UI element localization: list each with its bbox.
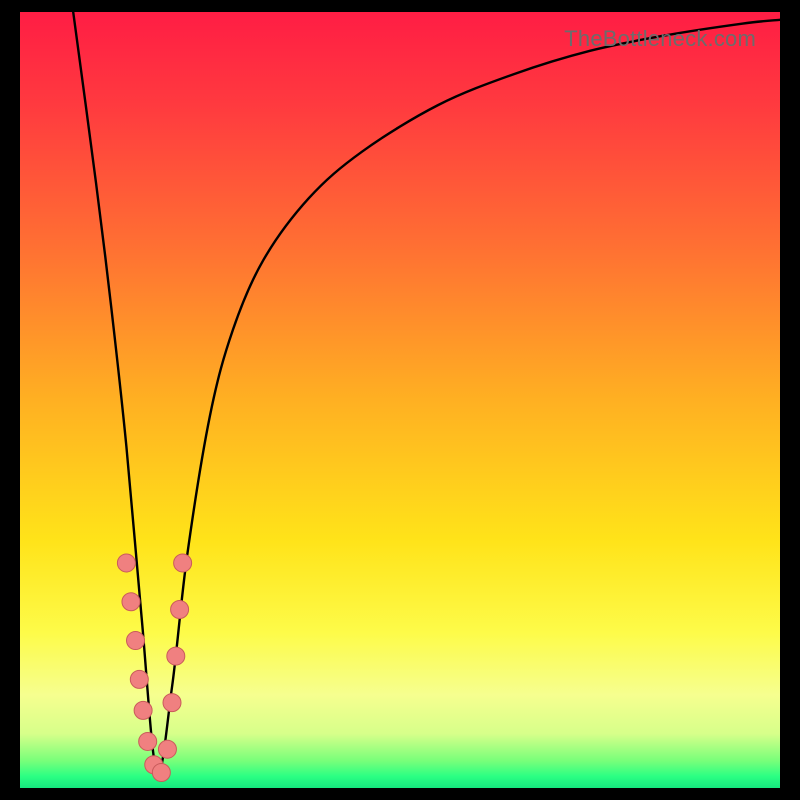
data-point (127, 632, 145, 650)
data-point (134, 701, 152, 719)
data-point (167, 647, 185, 665)
data-point (130, 670, 148, 688)
data-point (152, 763, 170, 781)
data-point (171, 601, 189, 619)
data-point (158, 740, 176, 758)
watermark-text: TheBottleneck.com (564, 26, 756, 52)
data-point (122, 593, 140, 611)
data-point (117, 554, 135, 572)
chart-frame: TheBottleneck.com (20, 12, 780, 788)
observed-points (117, 554, 191, 782)
data-point (139, 732, 157, 750)
plot-area: TheBottleneck.com (20, 12, 780, 788)
curve-layer (20, 12, 780, 788)
data-point (163, 694, 181, 712)
data-point (174, 554, 192, 572)
